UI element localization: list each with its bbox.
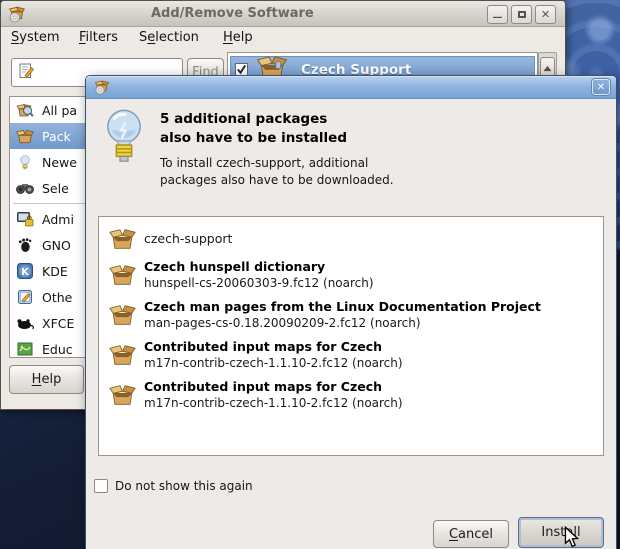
- help-button[interactable]: Help: [9, 365, 84, 394]
- menu-system[interactable]: System: [11, 27, 60, 48]
- svg-text:K: K: [21, 267, 30, 278]
- checkmark-icon: [236, 64, 247, 75]
- cancel-button[interactable]: Cancel: [433, 520, 509, 548]
- list-item[interactable]: Czech man pages from the Linux Documenta…: [107, 297, 595, 332]
- list-item[interactable]: Czech hunspell dictionary hunspell-cs-20…: [107, 257, 595, 292]
- menu-filters[interactable]: Filters: [79, 27, 118, 48]
- lightbulb-icon: [103, 107, 145, 171]
- dont-show-again-row: Do not show this again: [94, 479, 253, 493]
- package-box-icon: [107, 228, 137, 250]
- install-button[interactable]: Install: [518, 517, 604, 548]
- list-item[interactable]: Contributed input maps for Czech m17n-co…: [107, 377, 595, 412]
- package-box-icon: [107, 304, 137, 326]
- search-edit-icon: [17, 62, 35, 84]
- minimize-button[interactable]: —: [487, 5, 508, 24]
- package-box-icon: [107, 344, 137, 366]
- dialog-heading: 5 additional packages also have to be in…: [160, 110, 347, 148]
- binoculars-icon: [15, 180, 34, 197]
- package-box-icon: [107, 384, 137, 406]
- bulb-icon: [15, 154, 34, 171]
- app-icon: [8, 5, 26, 27]
- list-item[interactable]: czech-support: [107, 226, 595, 252]
- additional-packages-list[interactable]: czech-support Czech hunspell dictionary …: [98, 216, 604, 456]
- menu-help[interactable]: Help: [223, 27, 253, 48]
- arrow-up-icon: [543, 65, 552, 72]
- menu-selection[interactable]: Selection: [139, 27, 199, 48]
- menubar: System Filters Selection Help: [1, 27, 565, 48]
- package-box-icon: [107, 264, 137, 286]
- main-window-titlebar[interactable]: Add/Remove Software — ✕: [1, 1, 565, 27]
- note-pencil-icon: [15, 289, 34, 306]
- dialog-titlebar[interactable]: ✕: [86, 76, 616, 99]
- window-title: Add/Remove Software: [151, 1, 314, 26]
- dialog-message: To install czech-support, additional pac…: [160, 155, 394, 189]
- dialog-app-icon: [94, 79, 110, 99]
- additional-packages-dialog: ✕ 5 additional packages also have to be …: [85, 75, 617, 549]
- close-button[interactable]: ✕: [535, 5, 556, 24]
- dont-show-again-checkbox[interactable]: [94, 479, 108, 493]
- dialog-close-button[interactable]: ✕: [592, 79, 610, 95]
- xfce-mouse-icon: [15, 315, 34, 332]
- list-item[interactable]: Contributed input maps for Czech m17n-co…: [107, 337, 595, 372]
- maximize-button[interactable]: [511, 5, 532, 24]
- desktop: Add/Remove Software — ✕ System Filters S…: [0, 0, 620, 549]
- package-icon: [15, 128, 34, 145]
- mouse-cursor: [563, 526, 580, 549]
- education-icon: [15, 341, 34, 358]
- dont-show-again-label: Do not show this again: [115, 479, 253, 493]
- monitor-lock-icon: [15, 211, 34, 228]
- kde-icon: K: [15, 263, 34, 280]
- gnome-foot-icon: [15, 237, 34, 254]
- box-magnifier-icon: [15, 102, 34, 119]
